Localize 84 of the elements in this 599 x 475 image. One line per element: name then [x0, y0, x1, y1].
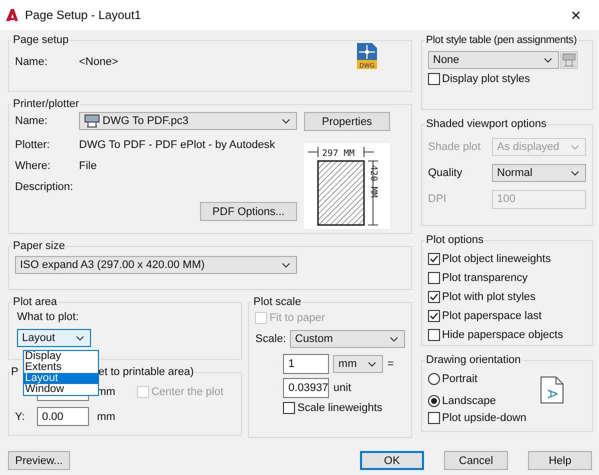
- chevron-down-icon: [544, 58, 552, 62]
- chevron-down-icon: [390, 336, 398, 342]
- group-title: Page setup: [12, 34, 70, 46]
- checkbox-label: Plot with plot styles: [442, 291, 536, 303]
- chevron-down-icon: [282, 262, 290, 268]
- printer-select[interactable]: DWG To PDF.pc3: [78, 112, 297, 130]
- checkbox-label: Scale lineweights: [297, 402, 382, 414]
- checkbox[interactable]: [428, 272, 440, 284]
- checkbox-label: Fit to paper: [269, 312, 326, 324]
- radio-button[interactable]: [428, 395, 440, 407]
- radio-button[interactable]: [428, 373, 440, 385]
- group-title: Plot scale: [252, 296, 302, 308]
- option-select[interactable]: Normal: [492, 164, 586, 182]
- checkbox[interactable]: [428, 253, 440, 265]
- chevron-down-icon: [76, 336, 84, 340]
- field-label: Name:: [15, 115, 48, 127]
- group-title: Printer/plotter: [12, 98, 80, 110]
- checkbox-label: Display plot styles: [442, 73, 530, 85]
- scale-unit-field[interactable]: 0.03937: [283, 378, 330, 398]
- checkbox[interactable]: [428, 73, 440, 85]
- field-label: Shade plot: [428, 141, 482, 153]
- checkbox[interactable]: [428, 412, 440, 424]
- checkbox-label: Plot object lineweights: [442, 253, 551, 265]
- field-label: What to plot:: [17, 311, 79, 323]
- where-value: File: [79, 160, 97, 172]
- chevron-down-icon: [368, 362, 376, 366]
- what-to-plot-select[interactable]: Layout: [17, 329, 91, 347]
- dialog-button[interactable]: OK: [360, 451, 424, 470]
- group-title: et to printable area): [98, 366, 194, 378]
- field-label: Name:: [15, 56, 48, 68]
- scale-select[interactable]: Custom: [290, 330, 405, 348]
- field-label: Quality: [428, 167, 464, 179]
- chevron-down-icon: [282, 118, 290, 124]
- dialog-button[interactable]: Help: [528, 451, 592, 470]
- field-label: Y:: [15, 410, 26, 422]
- unit-label: mm: [97, 410, 116, 422]
- group-title: Drawing orientation: [425, 354, 522, 366]
- checkbox-label: Plot paperspace last: [442, 310, 542, 322]
- paper-preview-drawing: 297 MM 420 MM: [304, 143, 390, 229]
- checkbox[interactable]: [428, 329, 440, 341]
- y-offset-field[interactable]: 0.00: [37, 407, 89, 426]
- preview-button[interactable]: Preview...: [8, 451, 70, 470]
- group-title: Plot style table (pen assignments): [425, 34, 578, 46]
- app-logo-icon: [5, 8, 19, 22]
- plotter-value: DWG To PDF - PDF ePlot - by Autodesk: [79, 139, 276, 151]
- unit-label: unit: [333, 382, 352, 394]
- page-setup-name: <None>: [79, 56, 118, 68]
- group-title: Plot options: [425, 234, 484, 246]
- checkbox-label: Center the plot: [151, 386, 224, 398]
- field-label: Scale:: [255, 333, 286, 345]
- checkbox[interactable]: [428, 291, 440, 303]
- checkbox[interactable]: [428, 310, 440, 322]
- properties-button[interactable]: Properties: [304, 112, 390, 131]
- paper-size-select[interactable]: ISO expand A3 (297.00 x 420.00 MM): [15, 256, 297, 274]
- field-label: Plotter:: [15, 139, 51, 151]
- dropdown-option[interactable]: Layout: [24, 373, 98, 384]
- field-label: Description:: [15, 181, 74, 193]
- dropdown-option[interactable]: Window: [24, 384, 98, 395]
- group-title: Paper size: [12, 240, 66, 252]
- checkbox[interactable]: [283, 402, 296, 414]
- checkbox-label: Plot transparency: [442, 272, 528, 284]
- scale-value-field[interactable]: 1: [283, 354, 330, 374]
- group-title: Shaded viewport options: [425, 118, 548, 130]
- close-button[interactable]: ✕: [553, 8, 599, 22]
- window-title: Page Setup - Layout1: [25, 8, 142, 22]
- pdf-options-button[interactable]: PDF Options...: [200, 202, 297, 221]
- dropdown-option[interactable]: Extents: [24, 362, 98, 373]
- plot-style-select[interactable]: None: [428, 51, 559, 69]
- chevron-down-icon: [571, 144, 579, 150]
- dropdown-option[interactable]: Display: [24, 351, 98, 362]
- checkbox-label: Plot upside-down: [442, 412, 526, 424]
- equals-sign: =: [387, 358, 394, 370]
- radio-label: Landscape: [442, 395, 496, 407]
- checkbox-label: Hide paperspace objects: [442, 329, 564, 341]
- chevron-down-icon: [571, 170, 579, 176]
- printer-icon: [84, 114, 100, 128]
- unit-select[interactable]: mm: [333, 355, 384, 373]
- field-label: Where:: [15, 160, 52, 172]
- page-icon: A: [540, 376, 564, 404]
- field-label: DPI: [428, 193, 448, 205]
- group-title: P: [11, 366, 18, 378]
- group-title: Plot area: [12, 296, 58, 308]
- radio-label: Portrait: [442, 373, 478, 385]
- dialog-button[interactable]: Cancel: [444, 451, 508, 470]
